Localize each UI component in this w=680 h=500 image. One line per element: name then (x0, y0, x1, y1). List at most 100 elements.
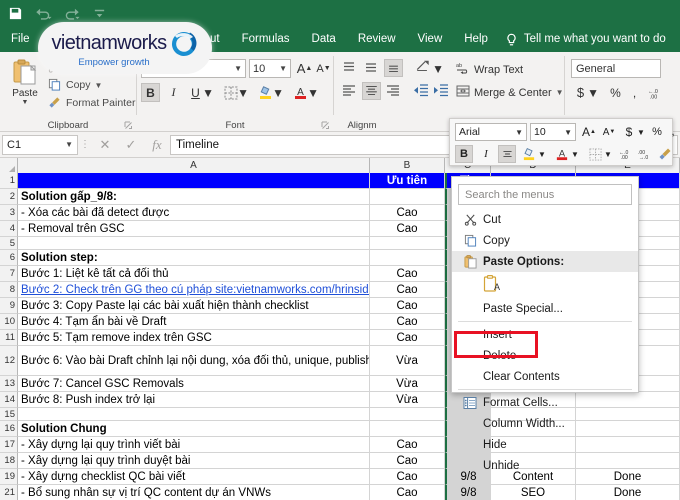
row-header[interactable]: 15 (0, 408, 18, 421)
tab-help[interactable]: Help (453, 26, 499, 52)
cell-A11[interactable]: Bước 5: Tạm remove index trên GSC (18, 330, 370, 346)
mini-increase-decimal-button[interactable]: .00 →.0 (637, 145, 655, 163)
cell-A9[interactable]: Bước 3: Copy Paste lại các bài xuất hiện… (18, 298, 370, 314)
menu-item-cut[interactable]: Cut (452, 209, 638, 230)
bold-button[interactable]: B (141, 83, 160, 102)
paste-dropdown-icon[interactable]: ▼ (4, 99, 46, 106)
cell-C21[interactable]: 9/8 (445, 485, 491, 500)
name-box[interactable]: C1 ▼ (2, 134, 78, 155)
row-header[interactable]: 3 (0, 205, 18, 221)
cell-A4[interactable]: - Removal trên GSC (18, 221, 370, 237)
cell-A17[interactable]: - Xây dựng lại quy trình viết bài (18, 437, 370, 453)
cell-A19[interactable]: - Xây dựng checklist QC bài viết (18, 469, 370, 485)
cell-B4[interactable]: Cao (370, 221, 445, 237)
cell-A8[interactable]: Bước 2: Check trên GG theo cú pháp site:… (18, 282, 370, 298)
copy-dropdown-icon[interactable]: ▼ (95, 81, 103, 90)
menu-item-hide[interactable]: Hide (452, 434, 638, 455)
font-size-select[interactable]: 10 ▼ (249, 59, 291, 78)
cell-B9[interactable]: Cao (370, 298, 445, 314)
cell-D21[interactable]: SEO (491, 485, 576, 500)
cell-B1[interactable]: Ưu tiên (370, 173, 445, 189)
mini-font-color-button[interactable]: A (553, 145, 571, 163)
cell-A21[interactable]: - Bổ sung nhân sự vị trí QC content dự á… (18, 485, 370, 500)
row-header[interactable]: 5 (0, 237, 18, 250)
menu-item-delete[interactable]: Delete (452, 345, 638, 366)
menu-item-column-width[interactable]: Column Width... (452, 413, 638, 434)
cell-B13[interactable]: Vừa (370, 376, 445, 392)
menu-search-input[interactable]: Search the menus (458, 184, 632, 205)
merge-center-dropdown-icon[interactable]: ▼ (556, 88, 564, 97)
increase-indent-button[interactable] (432, 82, 451, 100)
cell-B11[interactable]: Cao (370, 330, 445, 346)
cell-B21[interactable]: Cao (370, 485, 445, 500)
tell-me-search[interactable]: Tell me what you want to do (499, 26, 677, 52)
tab-file[interactable]: File (0, 26, 41, 52)
tab-formulas[interactable]: Formulas (231, 26, 301, 52)
align-right-button[interactable] (384, 82, 403, 100)
mini-align-button[interactable] (498, 145, 516, 163)
align-center-button[interactable] (362, 82, 381, 100)
mini-comma-button[interactable]: , (664, 123, 680, 141)
menu-item-format-cells[interactable]: Format Cells... (452, 392, 638, 413)
comma-format-button[interactable]: , (625, 83, 644, 102)
cell-B7[interactable]: Cao (370, 266, 445, 282)
menu-item-unhide[interactable]: Unhide (452, 455, 638, 476)
row-header[interactable]: 13 (0, 376, 18, 392)
cell-B12[interactable]: Vừa (370, 346, 445, 376)
row-header[interactable]: 9 (0, 298, 18, 314)
underline-dropdown-icon[interactable]: ▼ (202, 83, 214, 102)
tab-data[interactable]: Data (301, 26, 347, 52)
currency-dropdown-icon[interactable]: ▼ (587, 83, 599, 102)
increase-font-size-button[interactable]: A ▲ (295, 59, 314, 78)
menu-item-copy[interactable]: Copy (452, 230, 638, 251)
mini-borders-button[interactable] (586, 145, 604, 163)
wrap-text-button[interactable]: ab Wrap Text (456, 61, 523, 78)
orientation-dropdown-icon[interactable]: ▼ (432, 59, 444, 78)
font-color-dropdown-icon[interactable]: ▼ (307, 83, 319, 102)
cell-B16[interactable] (370, 421, 445, 437)
cell-B15[interactable] (370, 408, 445, 421)
row-header[interactable]: 6 (0, 250, 18, 266)
align-middle-button[interactable] (362, 59, 381, 77)
borders-dropdown-icon[interactable]: ▼ (237, 83, 249, 102)
cell-B3[interactable]: Cao (370, 205, 445, 221)
align-left-button[interactable] (340, 82, 359, 100)
row-header[interactable]: 12 (0, 346, 18, 376)
mini-font-color-dropdown-icon[interactable]: ▼ (570, 145, 580, 163)
decrease-indent-button[interactable] (412, 82, 431, 100)
undo-icon[interactable] (34, 4, 52, 22)
mini-format-painter-button[interactable] (656, 145, 674, 163)
menu-item-insert[interactable]: Insert (452, 324, 638, 345)
italic-button[interactable]: I (164, 83, 183, 102)
cell-A13[interactable]: Bước 7: Cancel GSC Removals (18, 376, 370, 392)
confirm-entry-button[interactable]: ✓ (118, 137, 144, 153)
cell-A12[interactable]: Bước 6: Vào bài Draft chỉnh lại nội dung… (18, 346, 370, 376)
cell-B10[interactable]: Cao (370, 314, 445, 330)
redo-icon[interactable] (62, 4, 80, 22)
increase-decimal-button[interactable]: ←.0.00 (647, 83, 666, 102)
format-painter-button[interactable]: Format Painter (48, 96, 135, 110)
cell-A14[interactable]: Bước 8: Push index trở lại (18, 392, 370, 408)
cell-A1[interactable] (18, 173, 370, 189)
column-header-a[interactable]: A (18, 158, 370, 173)
cell-B2[interactable] (370, 189, 445, 205)
align-top-button[interactable] (340, 59, 359, 77)
row-header[interactable]: 18 (0, 453, 18, 469)
customize-qat-icon[interactable] (90, 4, 108, 22)
select-all-corner[interactable] (0, 158, 18, 173)
mini-fill-color-button[interactable] (520, 145, 538, 163)
row-header[interactable]: 1 (0, 173, 18, 189)
row-header[interactable]: 19 (0, 469, 18, 485)
cell-B19[interactable]: Cao (370, 469, 445, 485)
mini-decrease-font-button[interactable]: A ▼ (600, 123, 618, 141)
cell-A6[interactable]: Solution step: (18, 250, 370, 266)
copy-button[interactable]: Copy ▼ (48, 78, 102, 92)
number-format-select[interactable]: General (571, 59, 661, 78)
decrease-font-size-button[interactable]: A ▼ (314, 59, 333, 78)
fill-color-dropdown-icon[interactable]: ▼ (272, 83, 284, 102)
percent-format-button[interactable]: % (606, 83, 625, 102)
row-header[interactable]: 8 (0, 282, 18, 298)
cell-B6[interactable] (370, 250, 445, 266)
align-bottom-button[interactable] (384, 59, 403, 77)
mini-currency-dropdown-icon[interactable]: ▼ (636, 123, 646, 141)
